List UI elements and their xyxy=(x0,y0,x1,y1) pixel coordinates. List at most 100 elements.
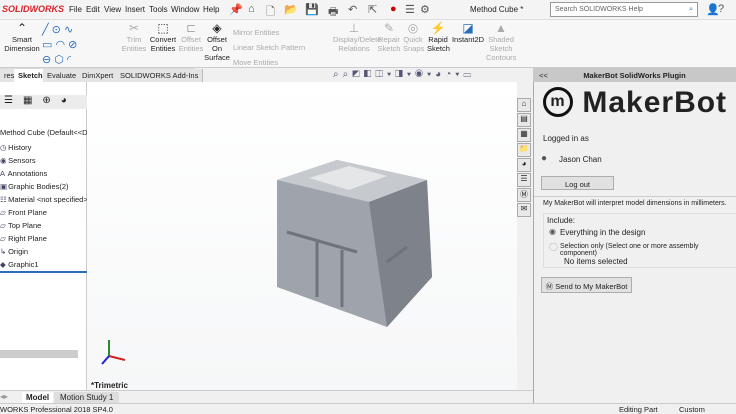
tree-root[interactable]: Method Cube (Default<<De xyxy=(0,128,92,137)
tree-item-front-plane[interactable]: ▱ Front Plane xyxy=(0,206,88,219)
logged-in-label: Logged in as xyxy=(543,134,589,143)
tab-dimxpert[interactable]: DimXpert xyxy=(78,69,119,82)
tree-item-top-plane[interactable]: ▱ Top Plane xyxy=(0,219,88,232)
file-explorer-icon[interactable]: 📁 xyxy=(517,143,531,157)
collapse-button[interactable]: << xyxy=(539,71,548,80)
home-tab-icon[interactable]: ⌂ xyxy=(517,98,531,112)
makerbot-plugin-panel: m MakerBot Logged in as ● Jason Chan Log… xyxy=(533,82,736,403)
offset-on-surface-button[interactable]: ◈ Offset On Surface xyxy=(204,22,230,62)
view-orientation-label: *Trimetric xyxy=(91,381,128,390)
rebuild-icon[interactable]: ● xyxy=(390,3,397,15)
menu-window[interactable]: Window xyxy=(171,5,199,14)
open-icon[interactable]: 📂 xyxy=(284,3,298,16)
makerbot-tab-icon[interactable]: Ⓜ xyxy=(517,188,531,202)
appearances-icon[interactable]: ◕ xyxy=(517,158,531,172)
save-icon[interactable]: 💾 xyxy=(305,3,319,16)
horizontal-scrollbar[interactable] xyxy=(0,350,78,358)
file-properties-icon[interactable]: ☰ xyxy=(405,3,415,16)
tree-item-annotations[interactable]: A Annotations xyxy=(0,167,88,180)
convert-icon: ⬚ xyxy=(157,21,169,35)
label: Convert Entities xyxy=(149,35,177,53)
menu-file[interactable]: File xyxy=(69,5,82,14)
help-icon[interactable]: ? xyxy=(718,3,724,15)
triad-axes-icon xyxy=(101,340,126,365)
forum-icon[interactable]: ✉ xyxy=(517,203,531,217)
quick-snaps-button[interactable]: ◎ Quick Snaps xyxy=(403,21,424,53)
send-to-makerbot-button[interactable]: Ⓜ Send to My MakerBot xyxy=(541,277,632,293)
tree-item-graphic1[interactable]: ◆ Graphic1 xyxy=(0,258,88,273)
tab-evaluate[interactable]: Evaluate xyxy=(43,69,82,82)
version-text: WORKS Professional 2018 SP4.0 xyxy=(0,405,113,414)
sketch-tools-grid[interactable]: ╱ ⊙ ∿ ▭ ◠ ⊘ ⊖ ⬡ ◜ xyxy=(42,23,77,68)
mirror-entities-button[interactable]: Mirror Entities xyxy=(233,25,305,40)
radio-everything-label[interactable]: Everything in the design xyxy=(560,228,645,237)
menu-tools[interactable]: Tools xyxy=(149,5,168,14)
home-icon[interactable]: ⌂ xyxy=(248,3,255,15)
radio-selection-label[interactable]: Selection only (Select one or more assem… xyxy=(560,243,736,257)
menu-edit[interactable]: Edit xyxy=(86,5,100,14)
plugin-header: << MakerBot SolidWorks Plugin xyxy=(533,68,736,82)
tab-model[interactable]: Model xyxy=(22,392,54,403)
history-icon: ◷ xyxy=(0,143,7,152)
user-name: Jason Chan xyxy=(559,155,602,164)
menu-insert[interactable]: Insert xyxy=(125,5,145,14)
label: Offset Entities xyxy=(178,35,204,53)
menu-help[interactable]: Help xyxy=(203,5,219,14)
repair-sketch-button[interactable]: ✎ Repair Sketch xyxy=(377,21,401,53)
search-icon[interactable]: ⌕ xyxy=(689,6,693,14)
tree-item-right-plane[interactable]: ▱ Right Plane xyxy=(0,232,88,245)
resources-tab-icon[interactable]: ▤ xyxy=(517,113,531,127)
tree-item-origin[interactable]: ↳ Origin xyxy=(0,245,88,258)
units-info: My MakerBot will interpret model dimensi… xyxy=(543,200,727,207)
cube-model[interactable] xyxy=(87,82,517,390)
custom-properties-icon[interactable]: ☰ xyxy=(517,173,531,187)
snaps-icon: ◎ xyxy=(407,21,419,35)
title-bar: SOLIDWORKS File Edit View Insert Tools W… xyxy=(0,0,736,20)
feature-manager-panel: ☰▦⊕◕ Method Cube (Default<<De ◷ History … xyxy=(0,82,92,390)
tab-motion-study[interactable]: Motion Study 1 xyxy=(54,392,120,403)
pin-icon[interactable]: 📌 xyxy=(229,3,243,16)
radio-selection[interactable]: ◯ xyxy=(549,242,558,251)
label: Send to My MakerBot xyxy=(555,282,628,291)
label: Offset On Surface xyxy=(204,35,230,62)
convert-entities-button[interactable]: ⬚ Convert Entities xyxy=(148,21,178,53)
instant2d-button[interactable]: ◪ Instant2D xyxy=(451,22,485,44)
logout-button[interactable]: Log out xyxy=(541,176,614,190)
options-gear-icon[interactable]: ⚙ xyxy=(420,3,430,16)
radio-everything[interactable]: ◉ xyxy=(549,227,556,236)
label: Top Plane xyxy=(7,221,42,230)
trim-icon: ✂ xyxy=(128,21,140,35)
tree-item-graphic-bodies[interactable]: ▣ Graphic Bodies(2) xyxy=(0,180,88,193)
tree-item-history[interactable]: ◷ History xyxy=(0,141,88,154)
units-selector[interactable]: Custom xyxy=(679,405,705,414)
undo-icon[interactable]: ↶ xyxy=(348,3,357,16)
tab-addins[interactable]: SOLIDWORKS Add-Ins xyxy=(116,69,204,82)
material-icon: ☷ xyxy=(0,195,7,204)
repair-icon: ✎ xyxy=(383,21,395,35)
select-icon[interactable]: ⇱ xyxy=(368,3,377,16)
tree-item-sensors[interactable]: ◉ Sensors xyxy=(0,154,88,167)
manager-tabs[interactable]: ☰▦⊕◕ xyxy=(0,95,87,109)
graphics-viewport[interactable]: *Trimetric xyxy=(87,82,517,390)
linear-sketch-pattern-button[interactable]: Linear Sketch Pattern xyxy=(233,40,305,55)
label: Material <not specified> xyxy=(8,195,88,204)
move-entities-button[interactable]: Move Entities xyxy=(233,55,305,70)
makerbot-icon: Ⓜ xyxy=(545,282,554,291)
tab-scroll-arrows[interactable]: ◂▸ xyxy=(0,392,8,401)
design-library-icon[interactable]: ▦ xyxy=(517,128,531,142)
relations-icon: ⊥ xyxy=(348,21,360,35)
smart-dimension-button[interactable]: ⌃ Smart Dimension xyxy=(3,22,41,53)
menu-view[interactable]: View xyxy=(104,5,121,14)
display-delete-relations-button[interactable]: ⊥ Display/Delete Relations xyxy=(333,21,381,53)
label: Rapid Sketch xyxy=(427,35,450,53)
no-items-label: No items selected xyxy=(564,257,628,266)
shaded-sketch-contours-button[interactable]: ▲ Shaded Sketch Contours xyxy=(486,22,516,62)
trim-entities-button[interactable]: ✂ Trim Entities xyxy=(120,21,148,53)
task-pane-tabs: ⌂ ▤ ▦ 📁 ◕ ☰ Ⓜ ✉ xyxy=(517,98,533,218)
tree-item-material[interactable]: ☷ Material <not specified> xyxy=(0,193,88,206)
status-bar: WORKS Professional 2018 SP4.0 Editing Pa… xyxy=(0,403,736,414)
rapid-sketch-button[interactable]: ⚡ Rapid Sketch xyxy=(427,22,450,53)
offset-entities-button[interactable]: ⊏ Offset Entities xyxy=(178,22,204,53)
heads-up-view-toolbar[interactable]: ⌕⌕◩◧◫▾◨▾◉▾◕◔▾▭ xyxy=(333,69,475,80)
search-input[interactable]: Search SOLIDWORKS Help ⌕ xyxy=(550,2,698,17)
